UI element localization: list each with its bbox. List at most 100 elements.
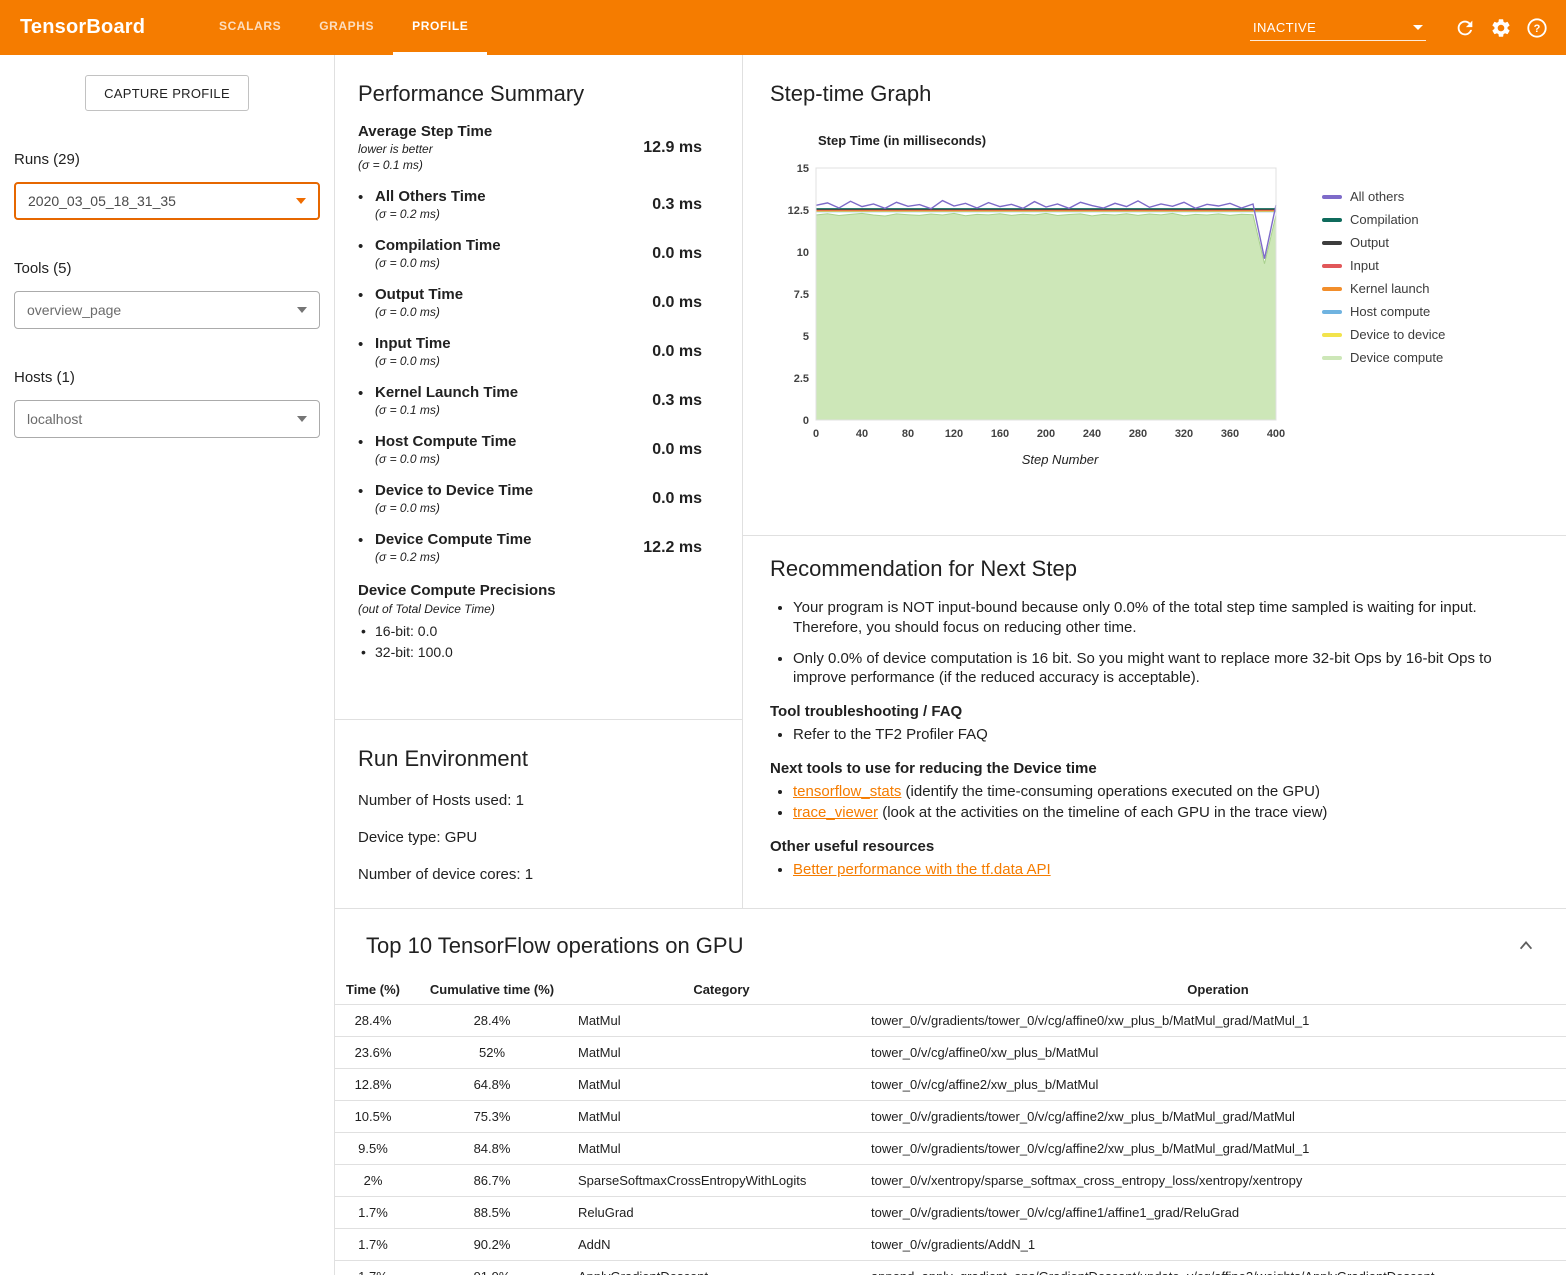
average-step-time-label: Average Step Time (358, 123, 643, 140)
summary-item-value: 12.2 ms (643, 539, 702, 557)
summary-item-sigma: (σ = 0.0 ms) (375, 256, 652, 270)
summary-item-value: 0.0 ms (652, 490, 702, 508)
summary-item-sigma: (σ = 0.2 ms) (375, 550, 643, 564)
refresh-icon[interactable] (1454, 17, 1476, 39)
tab-scalars[interactable]: SCALARS (200, 0, 300, 55)
summary-item-label: Kernel Launch Time (375, 384, 652, 401)
right-column: Step-time Graph Step Time (in millisecon… (743, 55, 1566, 908)
average-step-time-value: 12.9 ms (643, 139, 702, 157)
tab-graphs[interactable]: GRAPHS (300, 0, 393, 55)
time-cell: 1.7% (335, 1229, 411, 1261)
top-toolbar: TensorBoard SCALARSGRAPHSPROFILE INACTIV… (0, 0, 1566, 55)
summary-item-sigma: (σ = 0.0 ms) (375, 354, 652, 368)
cumulative-time-cell: 84.8% (411, 1133, 573, 1165)
capture-profile-button[interactable]: CAPTURE PROFILE (85, 75, 249, 111)
table-row: 28.4%28.4%MatMultower_0/v/gradients/towe… (335, 1005, 1566, 1037)
legend-item: Kernel launch (1322, 281, 1445, 296)
svg-text:200: 200 (1037, 428, 1055, 440)
app-title: TensorBoard (20, 16, 138, 39)
summary-item: •Output Time(σ = 0.0 ms)0.0 ms (358, 286, 702, 319)
run-environment-line: Number of Hosts used: 1 (358, 792, 722, 809)
svg-text:160: 160 (991, 428, 1009, 440)
recommendation-section: Recommendation for Next Step Your progra… (743, 536, 1566, 908)
summary-item: •Compilation Time(σ = 0.0 ms)0.0 ms (358, 237, 702, 270)
link-trace-viewer[interactable]: trace_viewer (793, 804, 878, 821)
tools-select[interactable]: overview_page (14, 291, 320, 329)
chart-legend: All othersCompilationOutputInputKernel l… (1322, 189, 1445, 467)
chevron-down-icon (297, 307, 307, 313)
runs-label: Runs (29) (14, 151, 320, 168)
collapse-chevron-up-icon[interactable] (1514, 934, 1538, 958)
item-text: (identify the time-consuming operations … (901, 783, 1320, 800)
svg-text:80: 80 (902, 428, 914, 440)
svg-text:7.5: 7.5 (794, 289, 809, 301)
help-icon[interactable]: ? (1526, 17, 1548, 39)
summary-item: •Host Compute Time(σ = 0.0 ms)0.0 ms (358, 433, 702, 466)
legend-swatch (1322, 241, 1342, 245)
precision-item: 32-bit: 100.0 (358, 644, 702, 660)
hosts-group: Hosts (1)localhost (14, 369, 320, 438)
summary-item-label: Input Time (375, 335, 652, 352)
column-header: Operation (870, 975, 1566, 1005)
run-environment-section: Run Environment Number of Hosts used: 1D… (335, 720, 742, 883)
svg-text:360: 360 (1221, 428, 1239, 440)
table-row: 1.7%90.2%AddNtower_0/v/gradients/AddN_1 (335, 1229, 1566, 1261)
recommendation-sections: Tool troubleshooting / FAQRefer to the T… (770, 703, 1520, 880)
cumulative-time-cell: 28.4% (411, 1005, 573, 1037)
performance-summary-title: Performance Summary (358, 81, 702, 107)
category-cell: ReluGrad (573, 1197, 870, 1229)
svg-text:40: 40 (856, 428, 868, 440)
hosts-select[interactable]: localhost (14, 400, 320, 438)
bullet: • (358, 286, 375, 319)
category-cell: MatMul (573, 1101, 870, 1133)
tab-profile[interactable]: PROFILE (393, 0, 487, 55)
summary-item-value: 0.0 ms (652, 294, 702, 312)
cumulative-time-cell: 52% (411, 1037, 573, 1069)
link-tensorflow-stats[interactable]: tensorflow_stats (793, 783, 901, 800)
bullet: • (358, 384, 375, 417)
chevron-down-icon (1413, 25, 1423, 30)
top-ops-title: Top 10 TensorFlow operations on GPU (366, 933, 743, 959)
chart-area: Step Time (in milliseconds) 02.557.51012… (770, 133, 1310, 467)
summary-item: •Device to Device Time(σ = 0.0 ms)0.0 ms (358, 482, 702, 515)
run-environment-line: Number of device cores: 1 (358, 866, 722, 883)
chart-heading: Step Time (in milliseconds) (818, 133, 1310, 148)
link-better-performance-with-the-tf-data-api[interactable]: Better performance with the tf.data API (793, 861, 1051, 878)
summary-item: •Kernel Launch Time(σ = 0.1 ms)0.3 ms (358, 384, 702, 417)
category-cell: MatMul (573, 1037, 870, 1069)
cumulative-time-cell: 91.9% (411, 1261, 573, 1275)
table-row: 1.7%91.9%ApplyGradientDescentappend_appl… (335, 1261, 1566, 1275)
legend-label: Kernel launch (1350, 281, 1430, 296)
average-step-time-row: Average Step Time lower is better (σ = 0… (358, 123, 702, 172)
chevron-down-icon (296, 198, 306, 204)
time-cell: 12.8% (335, 1069, 411, 1101)
legend-swatch (1322, 356, 1342, 360)
bullet: • (358, 237, 375, 270)
summary-item: •Device Compute Time(σ = 0.2 ms)12.2 ms (358, 531, 702, 564)
time-cell: 9.5% (335, 1133, 411, 1165)
recommendation-title: Recommendation for Next Step (770, 556, 1520, 582)
operation-cell: tower_0/v/gradients/AddN_1 (870, 1229, 1566, 1261)
step-time-graph-section: Step-time Graph Step Time (in millisecon… (743, 55, 1566, 536)
svg-text:320: 320 (1175, 428, 1193, 440)
tools-selected-value: overview_page (27, 302, 121, 318)
legend-swatch (1322, 287, 1342, 291)
svg-text:?: ? (1534, 22, 1541, 34)
reload-status-dropdown[interactable]: INACTIVE (1250, 15, 1426, 41)
perf-summary-items: •All Others Time(σ = 0.2 ms)0.3 ms•Compi… (358, 188, 702, 564)
main-content: Performance Summary Average Step Time lo… (335, 55, 1566, 1275)
cumulative-time-cell: 75.3% (411, 1101, 573, 1133)
settings-gear-icon[interactable] (1490, 17, 1512, 39)
operation-cell: append_apply_gradient_ops/GradientDescen… (870, 1261, 1566, 1275)
item-text: Refer to the TF2 Profiler FAQ (793, 726, 988, 743)
legend-label: Device to device (1350, 327, 1445, 342)
column-header: Category (573, 975, 870, 1005)
recommendation-subsection: Next tools to use for reducing the Devic… (770, 760, 1520, 823)
time-cell: 10.5% (335, 1101, 411, 1133)
summary-item-label: Output Time (375, 286, 652, 303)
runs-select[interactable]: 2020_03_05_18_31_35 (14, 182, 320, 220)
legend-label: Compilation (1350, 212, 1419, 227)
summary-item-sigma: (σ = 0.0 ms) (375, 452, 652, 466)
table-row: 9.5%84.8%MatMultower_0/v/gradients/tower… (335, 1133, 1566, 1165)
recommendation-subsection: Tool troubleshooting / FAQRefer to the T… (770, 703, 1520, 745)
